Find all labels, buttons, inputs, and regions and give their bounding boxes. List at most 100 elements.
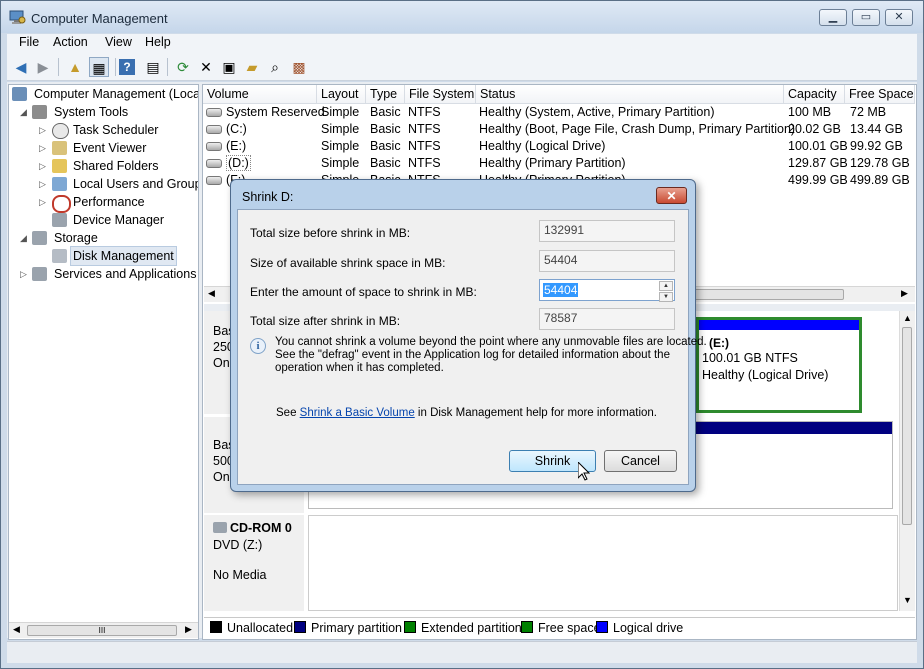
shrink-basic-volume-link[interactable]: Shrink a Basic Volume	[300, 407, 415, 419]
services-icon	[32, 267, 47, 281]
scroll-right-icon[interactable]: ▶	[901, 288, 908, 299]
table-row[interactable]: (D:) Simple Basic NTFS Healthy (Primary …	[203, 155, 915, 172]
column-header-layout[interactable]: Layout	[317, 85, 366, 104]
collapsed-arrow-icon[interactable]: ▷	[38, 175, 47, 193]
table-row[interactable]: (E:) Simple Basic NTFS Healthy (Logical …	[203, 138, 915, 155]
file-system-cell: NTFS	[408, 139, 441, 153]
help-suffix: in Disk Management help for more informa…	[414, 407, 657, 419]
free-space-cell: 72 MB	[850, 105, 887, 119]
tools-icon	[32, 105, 47, 119]
computer-management-window: Computer Management ▁ ▭ ✕ File Action Vi…	[0, 0, 924, 669]
menu-view[interactable]: View	[103, 35, 134, 49]
delete-icon[interactable]: ✕	[196, 57, 216, 77]
layout-cell: Simple	[321, 105, 360, 119]
collapsed-arrow-icon[interactable]: ▷	[38, 121, 47, 139]
help-icon[interactable]: ?	[119, 59, 135, 75]
tree-item-shared-folders[interactable]: ▷ Shared Folders	[9, 157, 198, 175]
collapsed-arrow-icon[interactable]: ▷	[38, 157, 47, 175]
legend-swatch	[521, 621, 533, 633]
partition-status: Healthy (Logical Drive)	[702, 368, 829, 382]
column-header-file-system[interactable]: File System	[405, 85, 476, 104]
column-header-capacity[interactable]: Capacity	[784, 85, 845, 104]
info-icon: i	[250, 338, 266, 354]
properties-icon[interactable]: ▣	[219, 57, 239, 77]
tree-item-performance[interactable]: ▷ Performance	[9, 193, 198, 213]
shrink-amount-value: 54404	[543, 283, 579, 297]
back-arrow-icon[interactable]: ◀	[11, 57, 31, 77]
collapsed-arrow-icon[interactable]: ▷	[38, 139, 47, 157]
tree-item-label: Device Manager	[73, 213, 165, 227]
tree-horizontal-scrollbar[interactable]: ◀ III ▶	[9, 622, 198, 638]
close-window-button[interactable]: ✕	[885, 9, 913, 26]
column-header-type[interactable]: Type	[366, 85, 405, 104]
column-header-volume[interactable]: Volume	[203, 85, 317, 104]
scroll-thumb[interactable]	[902, 327, 912, 525]
forward-arrow-icon[interactable]: ▶	[33, 57, 53, 77]
shrink-amount-input[interactable]: 54404 ▲ ▼	[539, 279, 675, 302]
scroll-left-icon[interactable]: ◀	[13, 624, 20, 635]
column-header-free-space[interactable]: Free Space	[845, 85, 915, 104]
table-row[interactable]: (C:) Simple Basic NTFS Healthy (Boot, Pa…	[203, 121, 915, 138]
scroll-down-icon[interactable]: ▼	[903, 595, 912, 605]
tree-item-system-tools[interactable]: ◢ System Tools	[9, 103, 198, 121]
open-icon[interactable]: ▰	[242, 57, 262, 77]
menu-help[interactable]: Help	[143, 35, 173, 49]
status-cell: Healthy (Boot, Page File, Crash Dump, Pr…	[479, 122, 796, 136]
partition-e[interactable]: (E:) 100.01 GB NTFS Healthy (Logical Dri…	[696, 317, 862, 413]
partition-legend: Unallocated Primary partition Extended p…	[204, 617, 915, 637]
tree-item-disk-management[interactable]: Disk Management	[9, 246, 198, 266]
total-after-field: 78587	[539, 308, 675, 330]
collapsed-arrow-icon[interactable]: ▷	[19, 265, 28, 283]
spin-down-icon[interactable]: ▼	[659, 292, 673, 302]
tree-item-root[interactable]: Computer Management (Local	[9, 85, 198, 103]
menu-file[interactable]: File	[17, 35, 41, 49]
tree-item-label: Task Scheduler	[73, 123, 159, 137]
dialog-close-button[interactable]: ✕	[656, 187, 687, 204]
up-folder-icon[interactable]: ▲	[65, 57, 85, 77]
refresh-icon[interactable]: ⟳	[173, 57, 193, 77]
tree-item-task-scheduler[interactable]: ▷ Task Scheduler	[9, 121, 198, 139]
scroll-left-icon[interactable]: ◀	[208, 288, 215, 299]
status-cell: Healthy (Primary Partition)	[479, 156, 626, 170]
scroll-right-icon[interactable]: ▶	[185, 624, 192, 635]
maximize-button[interactable]: ▭	[852, 9, 880, 26]
disk-settings-icon[interactable]: ▩	[289, 57, 309, 77]
spin-up-icon[interactable]: ▲	[659, 281, 673, 291]
scroll-up-icon[interactable]: ▲	[903, 313, 912, 323]
layout-cell: Simple	[321, 139, 360, 153]
status-cell: Healthy (Logical Drive)	[479, 139, 606, 153]
collapsed-arrow-icon[interactable]: ▷	[38, 193, 47, 211]
scroll-thumb[interactable]	[694, 289, 844, 300]
tree-item-label: Event Viewer	[73, 141, 147, 155]
graphical-view-scrollbar[interactable]: ▲ ▼	[899, 311, 915, 611]
table-row[interactable]: System Reserved Simple Basic NTFS Health…	[203, 104, 915, 121]
tree-item-services[interactable]: ▷ Services and Applications	[9, 265, 198, 283]
tree-item-local-users[interactable]: ▷ Local Users and Groups	[9, 175, 198, 193]
storage-icon	[32, 231, 47, 245]
tree-item-device-manager[interactable]: Device Manager	[9, 211, 198, 229]
cdrom-partition[interactable]	[308, 515, 898, 611]
users-icon	[52, 177, 67, 191]
column-header-status[interactable]: Status	[476, 85, 784, 104]
expanded-arrow-icon[interactable]: ◢	[19, 229, 28, 247]
volume-name: (C:)	[226, 122, 247, 136]
volume-cell: (E:)	[206, 138, 246, 155]
total-before-label: Total size before shrink in MB:	[250, 226, 411, 240]
volume-icon	[206, 108, 222, 118]
show-tree-icon[interactable]: ▦	[89, 57, 109, 77]
spin-buttons: ▲ ▼	[659, 281, 673, 302]
properties-pane-icon[interactable]: ▤	[143, 57, 163, 77]
legend-label: Free space	[538, 621, 601, 635]
minimize-button[interactable]: ▁	[819, 9, 847, 26]
expanded-arrow-icon[interactable]: ◢	[19, 103, 28, 121]
tree-item-label: Shared Folders	[73, 159, 159, 173]
scroll-thumb[interactable]: III	[27, 625, 177, 636]
menu-action[interactable]: Action	[51, 35, 90, 49]
cancel-button[interactable]: Cancel	[604, 450, 677, 472]
volume-icon	[206, 142, 222, 152]
tree-item-storage[interactable]: ◢ Storage	[9, 229, 198, 247]
cdrom-label[interactable]: CD-ROM 0 DVD (Z:) No Media	[204, 515, 304, 611]
search-icon[interactable]: ⌕	[265, 57, 285, 77]
legend-swatch	[294, 621, 306, 633]
tree-item-event-viewer[interactable]: ▷ Event Viewer	[9, 139, 198, 157]
